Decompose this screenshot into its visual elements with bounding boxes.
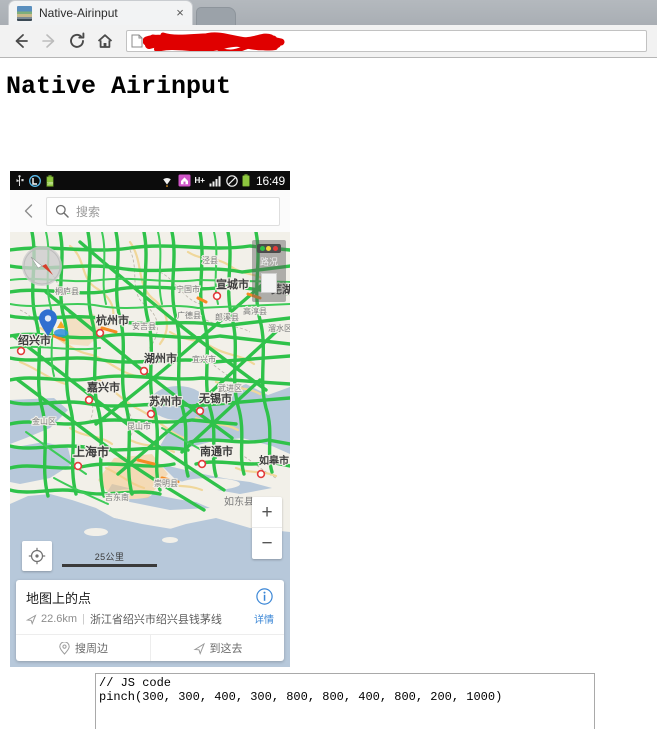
browser-toolbar: :21000	[0, 25, 657, 58]
map-label: 杭州市	[96, 313, 129, 327]
arrow-left-icon	[15, 34, 28, 48]
map-label: 崇明县	[154, 479, 178, 488]
map-scale-bar: 25公里	[62, 550, 157, 567]
map-label: 南通市	[200, 444, 233, 458]
traffic-layer-toggle[interactable]: 路况	[252, 240, 286, 302]
map-label: 宣城市	[216, 277, 249, 291]
map-label: 苏州市	[149, 394, 182, 408]
map-label: 昆山市	[127, 421, 151, 431]
layers-card-icon	[261, 273, 277, 293]
map-label: 金山区	[32, 416, 56, 426]
home-button[interactable]	[92, 28, 118, 54]
map-label: 上海市	[73, 444, 109, 459]
map-label: 安吉县	[132, 321, 156, 331]
home-icon	[97, 34, 113, 48]
locate-me-button[interactable]	[22, 541, 52, 571]
map-label: 广德县	[177, 310, 201, 320]
poi-card-main: 地图上的点 22.6km | 浙江省绍兴市绍兴县钱茅线 详情	[16, 580, 284, 634]
poi-detail-button[interactable]: 详情	[254, 588, 274, 626]
home-network-icon	[178, 174, 191, 187]
map-label: 郎溪县	[215, 312, 239, 322]
poi-action-navigate-here[interactable]: 到这去	[150, 635, 284, 661]
traffic-toggle-label: 路况	[259, 257, 278, 267]
svg-text:100: 100	[47, 181, 53, 185]
back-button[interactable]	[8, 28, 34, 54]
navigate-arrow-icon	[192, 642, 205, 655]
tab-title: Native-Airinput	[39, 6, 118, 20]
map-label: 溜水区	[268, 323, 290, 333]
android-status-bar: 100 H+ 16:49	[10, 171, 290, 190]
poi-divider: |	[82, 613, 85, 625]
map-pin-icon[interactable]	[38, 309, 58, 337]
browser-chrome: Native-Airinput ×:21000	[0, 0, 657, 58]
new-tab-button[interactable]	[196, 7, 236, 25]
network-type-label: H+	[194, 175, 205, 185]
poi-action-label: 搜周边	[75, 643, 108, 655]
location-pin-outline-icon	[59, 641, 70, 655]
crosshair-icon	[28, 547, 46, 565]
tab-strip: Native-Airinput ×	[0, 0, 657, 25]
device-mirror-panel[interactable]: 100 H+ 16:49 搜索 杭州市 绍兴市 湖州市 嘉兴市 苏州市 无锡市 …	[10, 171, 290, 667]
map-label: 嘉兴市	[86, 380, 120, 394]
map-label: 宜兴市	[192, 354, 216, 364]
js-code-textarea[interactable]	[95, 673, 595, 729]
navigate-arrow-icon	[26, 613, 37, 625]
map-label: 桐庐县	[55, 286, 79, 296]
tab-favicon-icon	[17, 5, 32, 21]
usb-icon	[16, 174, 24, 186]
poi-info-card[interactable]: 地图上的点 22.6km | 浙江省绍兴市绍兴县钱茅线 详情 搜周边 到这去	[16, 580, 284, 661]
poi-action-label: 到这去	[209, 643, 243, 655]
traffic-light-icon	[257, 244, 281, 253]
poi-distance: 22.6km	[41, 613, 78, 625]
reload-button[interactable]	[64, 28, 90, 54]
map-label: 高淳县	[243, 306, 267, 316]
page-content: Native Airinput 100 H+ 16:49 搜索 杭州市 绍兴市 …	[0, 58, 657, 729]
map-label: 武进区	[218, 383, 242, 393]
map-search-header: 搜索	[10, 190, 290, 232]
page-title: Native Airinput	[6, 72, 232, 101]
map-canvas[interactable]: 杭州市绍兴市湖州市嘉兴市苏州市无锡市上海市南通市宣城市芜湖市如皋市如东县崇明县泾…	[10, 232, 290, 667]
map-label: 宁国市	[176, 284, 200, 294]
status-bar-clock: 16:49	[255, 173, 285, 188]
arrow-right-icon	[42, 34, 55, 48]
url-bar[interactable]: :21000	[126, 30, 647, 52]
mute-icon	[226, 174, 238, 187]
poi-card-actions: 搜周边 到这去	[16, 634, 284, 661]
map-zoom-controls: + −	[252, 497, 282, 559]
poi-subtitle: 22.6km | 浙江省绍兴市绍兴县钱茅线	[26, 611, 274, 627]
back-chevron-icon[interactable]	[16, 198, 42, 224]
map-label: 如东县	[224, 495, 254, 508]
battery-icon	[242, 174, 250, 187]
signal-bars-icon	[209, 175, 221, 186]
map-label: 泾县	[202, 256, 218, 265]
poi-address: 浙江省绍兴市绍兴县钱茅线	[89, 614, 222, 626]
compass-icon[interactable]	[22, 246, 62, 286]
map-search-input[interactable]: 搜索	[46, 196, 280, 226]
tab-close-icon[interactable]: ×	[172, 5, 188, 21]
search-icon	[55, 204, 69, 218]
map-search-placeholder: 搜索	[76, 204, 101, 219]
browser-tab-native-airinput[interactable]: Native-Airinput ×	[8, 0, 193, 25]
info-circle-icon	[255, 588, 273, 605]
zoom-out-button[interactable]: −	[252, 528, 282, 559]
forward-button[interactable]	[36, 28, 62, 54]
zoom-in-button[interactable]: +	[252, 497, 282, 528]
status-bar-right-icons: H+ 16:49	[160, 174, 285, 188]
map-label: 吉东南	[105, 492, 129, 502]
url-text: :21000	[147, 33, 187, 49]
map-scale-label: 25公里	[94, 552, 125, 562]
document-icon	[131, 34, 143, 48]
reload-icon	[70, 32, 85, 48]
map-label: 湖州市	[144, 351, 177, 365]
wifi-icon	[162, 177, 171, 187]
map-label: 如皋市	[259, 454, 289, 467]
map-scale-line	[62, 564, 157, 567]
battery-charging-icon: 100	[46, 174, 54, 187]
poi-action-search-nearby[interactable]: 搜周边	[16, 635, 150, 661]
map-label: 无锡市	[198, 391, 232, 405]
status-bar-left-icons: 100	[15, 174, 54, 187]
poi-detail-label: 详情	[254, 615, 274, 626]
app-circle-icon	[29, 174, 41, 187]
poi-title: 地图上的点	[26, 591, 92, 606]
